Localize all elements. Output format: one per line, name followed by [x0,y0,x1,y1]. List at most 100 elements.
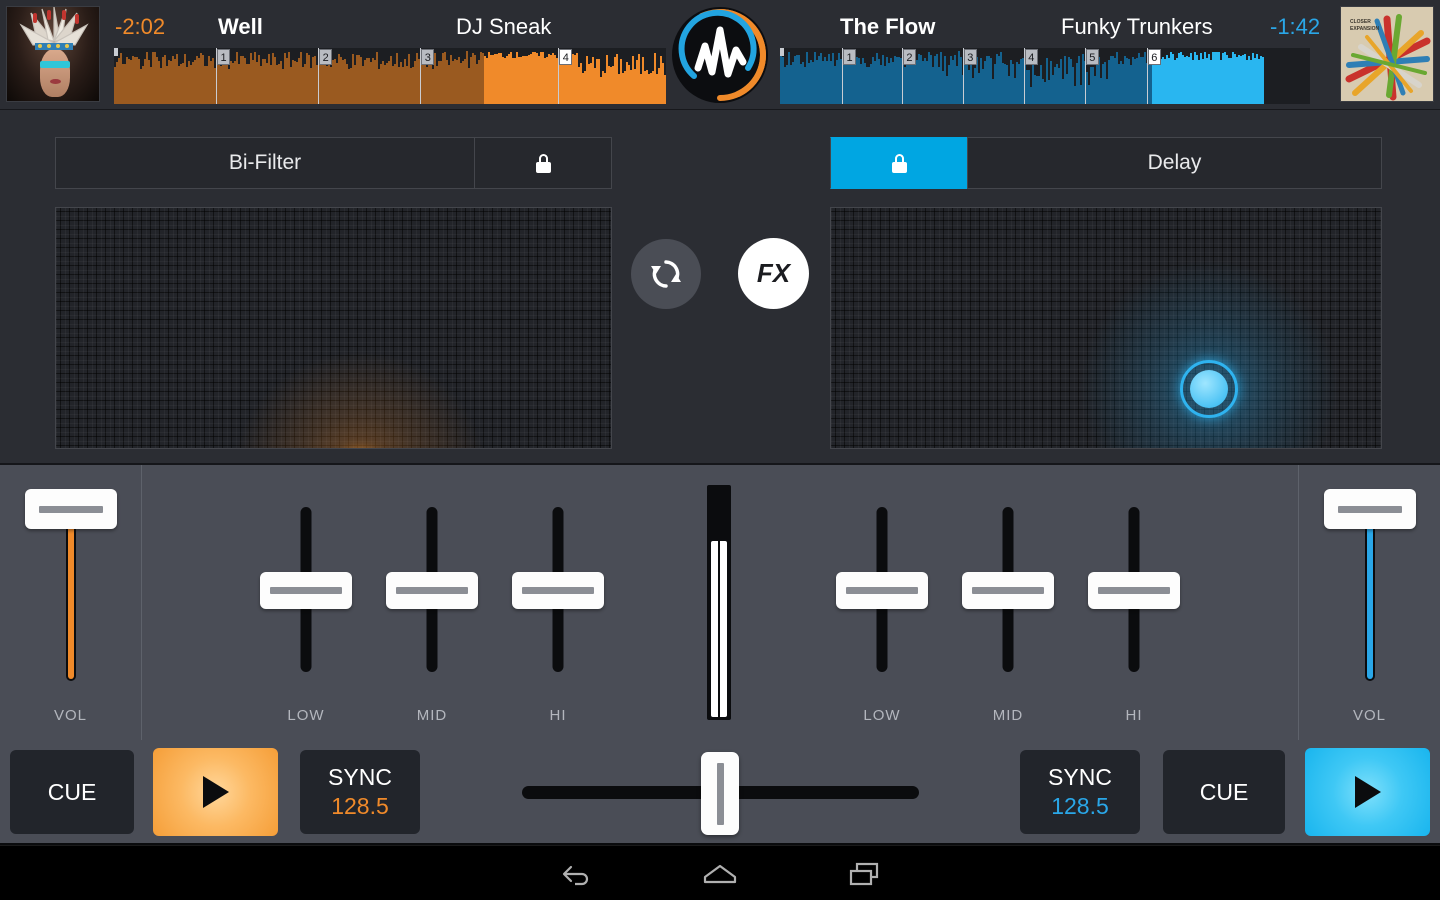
waveform-bar [1308,101,1310,104]
sync-label: SYNC [328,764,392,791]
right-deck-artwork[interactable]: CLOSER EXPANSION [1340,6,1434,102]
waveform-header: -2:02 Well DJ Sneak 1234 123456 The Flow… [0,0,1440,110]
eq-label: HI [495,707,621,724]
cue-marker-label: 6 [1148,49,1161,65]
svg-text:EXPANSION: EXPANSION [1350,26,1379,32]
waveform-playhead [780,48,784,56]
handle-grip [1098,587,1170,594]
cue-marker-label: 1 [217,49,230,65]
left-cue-button[interactable]: CUE [10,750,134,834]
cue-marker-label: 4 [559,49,572,65]
cue-marker-label: 4 [1025,49,1038,65]
eq-label: MID [369,707,495,724]
waveform-bar [1262,57,1264,104]
dj-app-root: -2:02 Well DJ Sneak 1234 123456 The Flow… [0,0,1440,900]
eq-label: LOW [819,707,945,724]
nav-recents-button[interactable] [835,858,895,890]
right-deck-track-title: The Flow [840,14,935,40]
artwork-headdress [7,7,100,102]
eq-handle[interactable] [836,572,928,609]
cue-marker[interactable]: 4 [1024,48,1025,104]
left-play-button[interactable] [153,748,278,836]
cue-marker[interactable]: 2 [318,48,319,104]
eq-label: LOW [243,707,369,724]
pad-glow [1079,259,1339,449]
cue-marker-label: 5 [1086,49,1099,65]
left-xy-pad[interactable] [55,207,612,449]
nav-back-button[interactable] [545,858,605,890]
play-icon [1355,776,1381,808]
cue-marker[interactable]: 2 [902,48,903,104]
pad-knob[interactable] [1190,370,1228,408]
left-bpm-value: 128.5 [331,793,389,820]
cue-marker[interactable]: 5 [1085,48,1086,104]
handle-grip [1338,506,1402,513]
left-deck-time-remaining: -2:02 [115,14,165,40]
left-sync-button[interactable]: SYNC 128.5 [300,750,420,834]
cue-marker-label: 3 [964,49,977,65]
eq-handle[interactable] [1088,572,1180,609]
right-eq-low: LOW [819,465,945,742]
left-volume-section: VOL [0,465,142,742]
waveform-bar [664,75,666,104]
svg-text:CLOSER: CLOSER [1350,19,1371,25]
play-icon [203,776,229,808]
left-volume-handle[interactable] [25,489,117,529]
handle-grip [270,587,342,594]
nav-home-button[interactable] [690,858,750,890]
master-volume-fader[interactable] [707,485,731,720]
right-xy-pad[interactable] [830,207,1382,449]
lock-icon [892,154,907,173]
refresh-loop-icon [649,257,683,291]
sync-label: SYNC [1048,764,1112,791]
right-eq-hi: HI [1071,465,1197,742]
eq-handle[interactable] [386,572,478,609]
left-fx-lock-button[interactable] [475,137,612,189]
right-fx-lock-button[interactable] [830,137,967,189]
right-sync-button[interactable]: SYNC 128.5 [1020,750,1140,834]
eq-label: MID [945,707,1071,724]
cue-marker-label: 3 [421,49,434,65]
handle-grip [846,587,918,594]
cue-marker[interactable]: 4 [558,48,559,104]
right-deck-artist: Funky Trunkers [1061,14,1213,40]
eq-handle[interactable] [962,572,1054,609]
artwork-abstract-pipes: CLOSER EXPANSION [1341,7,1434,102]
left-volume-label: VOL [0,707,141,724]
cue-marker[interactable]: 3 [420,48,421,104]
handle-grip [522,587,594,594]
eq-label: HI [1071,707,1197,724]
cue-marker[interactable]: 6 [1147,48,1148,104]
lock-icon [536,154,551,173]
master-fader-divider [718,541,720,717]
back-arrow-icon [558,862,592,886]
right-volume-label: VOL [1299,707,1440,724]
cue-marker[interactable]: 1 [216,48,217,104]
fx-master-button[interactable]: FX [738,238,809,309]
right-volume-handle[interactable] [1324,489,1416,529]
crossfader-handle[interactable] [701,752,739,835]
fx-refresh-button[interactable] [631,239,701,309]
cue-marker[interactable]: 3 [963,48,964,104]
right-eq-mid: MID [945,465,1071,742]
left-deck-waveform[interactable]: 1 2 3 4 [114,48,666,104]
right-fx-name[interactable]: Delay [967,137,1382,189]
left-fx-name[interactable]: Bi-Filter [55,137,475,189]
cue-marker[interactable]: 1 [842,48,843,104]
android-navigation-bar [0,845,1440,900]
left-eq-hi: HI [495,465,621,742]
handle-grip [717,763,724,825]
eq-handle[interactable] [260,572,352,609]
left-deck-artwork[interactable] [6,6,100,102]
right-cue-button[interactable]: CUE [1163,750,1285,834]
cue-marker-label: 2 [319,49,332,65]
right-bpm-value: 128.5 [1051,793,1109,820]
left-eq-low: LOW [243,465,369,742]
eq-handle[interactable] [512,572,604,609]
left-deck-track-title: Well [218,14,263,40]
left-fx-selector-row: Bi-Filter [55,137,612,189]
handle-grip [972,587,1044,594]
right-play-button[interactable] [1305,748,1430,836]
right-deck-waveform[interactable]: 1 2 3 4 5 6 [780,48,1310,104]
recent-apps-icon [848,861,882,887]
